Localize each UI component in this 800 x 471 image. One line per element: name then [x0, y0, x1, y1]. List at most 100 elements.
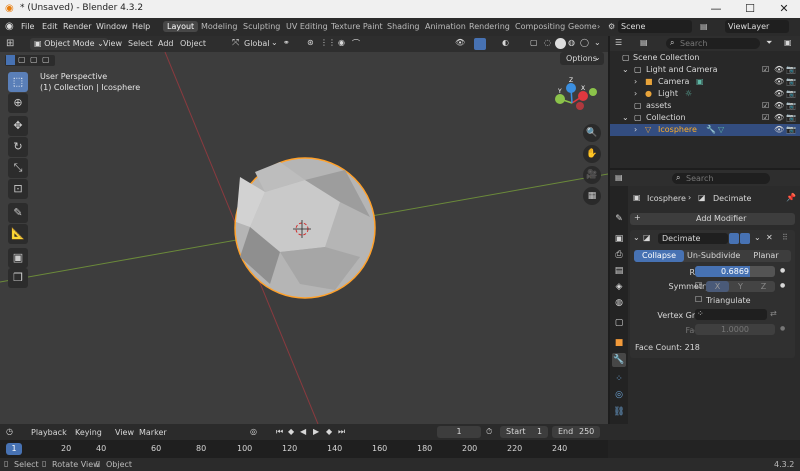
pin-icon[interactable]: 📌	[786, 193, 796, 202]
select-subtract-icon[interactable]: ▢	[30, 55, 38, 64]
gizmo-toggle-icon[interactable]	[474, 38, 486, 50]
menu-file[interactable]: File	[21, 22, 34, 31]
camera-render-icon[interactable]: 📷	[786, 64, 796, 76]
tab-compositing[interactable]: Compositing	[511, 21, 569, 32]
menu-view[interactable]: View	[115, 428, 134, 437]
factor-slider[interactable]: 1.0000	[695, 324, 775, 335]
jump-start-icon[interactable]: ⏮	[276, 427, 283, 437]
menu-edit[interactable]: Edit	[42, 22, 58, 31]
mode-dropdown[interactable]: ▣ Object Mode ⌄	[30, 38, 108, 50]
modifier-name-field[interactable]: Decimate	[658, 233, 728, 244]
chevron-down-icon[interactable]: ⌄	[271, 38, 278, 47]
clock-icon[interactable]: ◷	[6, 427, 13, 436]
output-tab-icon[interactable]: ⎙	[612, 248, 626, 262]
record-icon[interactable]: ◎	[250, 427, 257, 436]
world-tab-icon[interactable]: ◍	[612, 296, 626, 310]
select-invert-icon[interactable]: ▢	[42, 55, 50, 64]
3d-viewport[interactable]: User Perspective (1) Collection | Icosph…	[0, 52, 608, 424]
snap-target-icon[interactable]: ⋮⋮	[320, 38, 336, 47]
cursor-tool-icon[interactable]: ⊕	[8, 93, 28, 113]
checkbox-icon[interactable]: ☑	[762, 100, 769, 112]
viewport-display-icon[interactable]	[729, 233, 739, 244]
orientation-dropdown[interactable]: Global	[244, 39, 270, 48]
eye-icon[interactable]: 👁	[774, 88, 784, 100]
outliner-row-selected[interactable]: › ▽ Icosphere 🔧 ▽ 👁 📷	[610, 124, 800, 136]
tab-planar[interactable]: Planar	[742, 251, 790, 260]
add-modifier-button[interactable]: + Add Modifier	[630, 213, 795, 225]
measure-tool-icon[interactable]: 📐	[8, 224, 28, 244]
axis-y-button[interactable]: Y	[729, 282, 752, 291]
menu-playback[interactable]: Playback	[31, 428, 67, 437]
chevron-right-icon[interactable]: ›	[634, 124, 637, 136]
tab-geometry-nodes[interactable]: Geome	[564, 21, 601, 32]
physics-tab-icon[interactable]: ◎	[612, 388, 626, 402]
rendered-shading-icon[interactable]: ◯	[580, 38, 589, 47]
scene-tab-icon[interactable]: ◈	[612, 280, 626, 294]
play-icon[interactable]: ▶	[313, 427, 319, 436]
move-tool-icon[interactable]: ✥	[8, 116, 28, 136]
tab-sculpting[interactable]: Sculpting	[239, 21, 284, 32]
falloff-icon[interactable]: ⌒	[352, 38, 360, 49]
checkbox-icon[interactable]: ☑	[762, 64, 769, 76]
tab-animation[interactable]: Animation	[421, 21, 470, 32]
camera-view-icon[interactable]: 🎥	[583, 166, 601, 184]
vertex-group-field[interactable]: ⁘	[695, 309, 767, 320]
particles-tab-icon[interactable]: ⁘	[612, 372, 626, 386]
modifier-tab-icon[interactable]: 🔧	[612, 353, 626, 367]
filter-icon[interactable]: ⏷	[766, 38, 772, 48]
chevron-down-icon[interactable]: ⌄	[754, 233, 761, 242]
tab-rendering[interactable]: Rendering	[465, 21, 514, 32]
tab-shading[interactable]: Shading	[383, 21, 424, 32]
keyframe-dot-icon[interactable]: ●	[780, 282, 785, 289]
outliner-row[interactable]: ▢ Scene Collection	[610, 52, 800, 64]
scene-selector[interactable]: Scene	[618, 20, 692, 33]
outliner-row[interactable]: › ■ Camera ▣ 👁 📷	[610, 76, 800, 88]
close-icon[interactable]: ✕	[766, 233, 773, 242]
prev-keyframe-icon[interactable]: ◆	[288, 427, 294, 436]
menu-add[interactable]: Add	[158, 39, 174, 48]
select-new-icon[interactable]	[6, 55, 15, 65]
tab-uv-editing[interactable]: UV Editing	[282, 21, 332, 32]
camera-render-icon[interactable]: 📷	[786, 124, 796, 136]
object-tab-icon[interactable]: ■	[612, 336, 626, 350]
tab-layout[interactable]: Layout	[163, 21, 199, 32]
collection-tab-icon[interactable]: ▢	[612, 316, 626, 330]
chevron-down-icon[interactable]: ⌄	[622, 112, 629, 124]
next-keyframe-icon[interactable]: ◆	[326, 427, 332, 436]
invert-icon[interactable]: ⇄	[770, 309, 777, 318]
symmetry-checkbox[interactable]: ☐	[695, 281, 702, 290]
annotate-tool-icon[interactable]: ✎	[8, 203, 28, 223]
new-collection-icon[interactable]: ▣	[784, 38, 792, 47]
overlay-icon[interactable]: ◐	[502, 38, 509, 47]
maximize-button[interactable]: ☐	[736, 1, 764, 17]
render-tab-icon[interactable]: ▣	[612, 232, 626, 246]
material-shading-icon[interactable]: ◍	[568, 38, 575, 47]
ratio-slider[interactable]: 0.6869	[695, 266, 775, 277]
pan-hand-icon[interactable]: ✋	[583, 145, 601, 163]
camera-render-icon[interactable]: 📷	[786, 112, 796, 124]
camera-render-icon[interactable]: 📷	[786, 88, 796, 100]
menu-window[interactable]: Window	[96, 22, 128, 31]
chevron-down-icon[interactable]: ⌄	[594, 38, 601, 47]
outliner-row[interactable]: ⌄ ▢ Collection ☑ 👁 📷	[610, 112, 800, 124]
transform-tool-icon[interactable]: ⊡	[8, 179, 28, 199]
chevron-right-icon[interactable]: ›	[634, 88, 637, 100]
chevron-down-icon[interactable]: ⌄	[622, 64, 629, 76]
outliner-row[interactable]: ▢ assets ☑ 👁 📷	[610, 100, 800, 112]
wireframe-shading-icon[interactable]: ◌	[544, 38, 551, 47]
view-layer-selector[interactable]: ViewLayer	[725, 20, 789, 33]
menu-object[interactable]: Object	[180, 39, 206, 48]
properties-search-input[interactable]: ⌕ Search	[672, 173, 770, 184]
tab-un-subdivide[interactable]: Un-Subdivide	[687, 251, 740, 260]
add-cube-tool-icon[interactable]: ▣	[8, 248, 28, 268]
current-frame-field[interactable]: 1	[437, 426, 481, 438]
select-box-tool-icon[interactable]: ⬚	[8, 72, 28, 92]
eye-icon[interactable]: 👁	[774, 76, 784, 88]
filter-display-icon[interactable]: ▤	[640, 38, 648, 47]
options-dropdown[interactable]: Options ⌄	[560, 52, 604, 65]
outliner-row[interactable]: ⌄ ▢ Light and Camera ☑ 👁 📷	[610, 64, 800, 76]
visibility-icon[interactable]: 👁	[455, 38, 465, 47]
scale-tool-icon[interactable]: ⤡	[8, 158, 28, 178]
tab-collapse[interactable]: Collapse	[634, 250, 684, 262]
editor-type-icon[interactable]: ⊞	[6, 38, 14, 49]
